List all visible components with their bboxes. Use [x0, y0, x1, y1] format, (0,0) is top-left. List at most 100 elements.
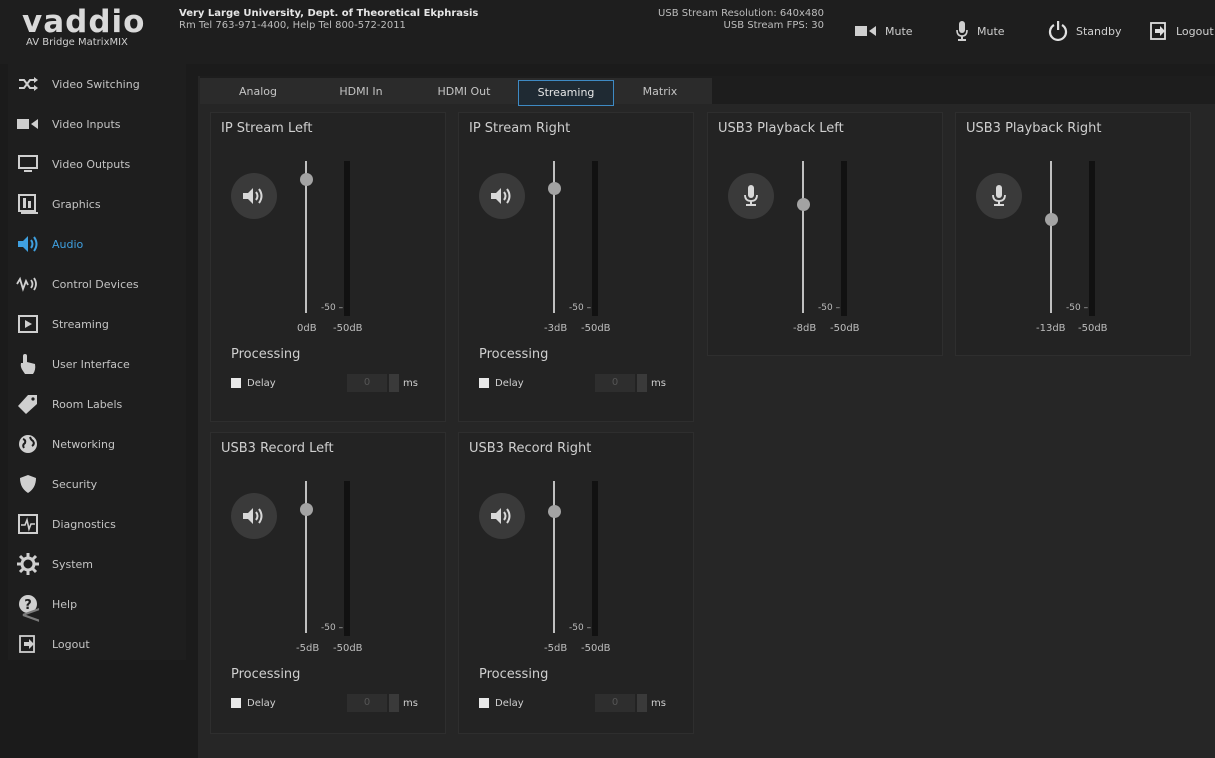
delay-input[interactable]: 0 [595, 694, 635, 712]
sidebar-item-room-labels[interactable]: Room Labels [8, 384, 186, 424]
sidebar-item-control-devices[interactable]: Control Devices [8, 264, 186, 304]
volume-slider-handle[interactable] [1045, 213, 1058, 226]
meter-floor-label: -50dB [581, 323, 611, 334]
sidebar-footer [8, 660, 186, 758]
sidebar-item-video-inputs[interactable]: Video Inputs [8, 104, 186, 144]
channel-title: USB3 Record Left [221, 441, 334, 456]
delay-input[interactable]: 0 [347, 694, 387, 712]
level-meter [592, 481, 598, 636]
delay-unit: ms [651, 377, 666, 389]
tab-hdmi-out[interactable]: HDMI Out [424, 80, 504, 104]
channel-mute-button[interactable] [976, 173, 1022, 219]
meter-floor-label: -50dB [830, 323, 860, 334]
sidebar-collapse-button[interactable]: < [20, 600, 42, 630]
globe-icon [16, 432, 40, 456]
delay-spinner[interactable] [389, 694, 399, 712]
delay-input[interactable]: 0 [347, 374, 387, 392]
volume-slider-handle[interactable] [548, 182, 561, 195]
delay-checkbox[interactable] [479, 698, 489, 708]
channel-mute-button[interactable] [231, 493, 277, 539]
channel-mute-button[interactable] [728, 173, 774, 219]
volume-slider-track[interactable] [1050, 161, 1052, 313]
volume-slider-handle[interactable] [797, 198, 810, 211]
video-mute-button[interactable]: Mute [855, 18, 913, 44]
processing-heading: Processing [479, 667, 549, 682]
usb-stream-fps: USB Stream FPS: 30 [723, 20, 824, 31]
channel-panel: IP Stream Left -50 – 0dB -50dB Processing… [210, 112, 446, 422]
microphone-icon [991, 185, 1007, 207]
product-name: AV Bridge MatrixMIX [26, 37, 128, 48]
meter-scale-label: -50 – [569, 303, 592, 313]
room-name: Very Large University, Dept. of Theoreti… [179, 8, 479, 19]
room-phones: Rm Tel 763-971-4400, Help Tel 800-572-20… [179, 20, 406, 31]
sidebar-item-security[interactable]: Security [8, 464, 186, 504]
volume-slider-handle[interactable] [548, 505, 561, 518]
channel-panel: IP Stream Right -50 – -3dB -50dB Processi… [458, 112, 694, 422]
tab-streaming[interactable]: Streaming [518, 80, 614, 106]
level-meter [344, 161, 350, 316]
delay-row: Delay 0 ms [231, 693, 431, 713]
channel-panel: USB3 Record Left -50 – -5dB -50dB Process… [210, 432, 446, 734]
delay-checkbox[interactable] [231, 378, 241, 388]
tag-icon [16, 392, 40, 416]
delay-label: Delay [247, 377, 276, 389]
sidebar-item-streaming[interactable]: Streaming [8, 304, 186, 344]
shuffle-icon [16, 72, 40, 96]
sidebar-item-networking[interactable]: Networking [8, 424, 186, 464]
meter-scale-label: -50 – [569, 623, 592, 633]
delay-checkbox[interactable] [231, 698, 241, 708]
delay-unit: ms [403, 697, 418, 709]
microphone-icon [956, 21, 968, 41]
volume-slider-handle[interactable] [300, 173, 313, 186]
channel-mute-button[interactable] [479, 173, 525, 219]
volume-slider-handle[interactable] [300, 503, 313, 516]
sidebar-item-video-outputs[interactable]: Video Outputs [8, 144, 186, 184]
meter-scale-label: -50 – [321, 303, 344, 313]
delay-spinner[interactable] [637, 694, 647, 712]
gear-icon [16, 552, 40, 576]
volume-level-readout: -13dB [1036, 323, 1066, 334]
level-meter [1089, 161, 1095, 316]
logout-icon [16, 632, 40, 656]
processing-heading: Processing [479, 347, 549, 362]
delay-spinner[interactable] [389, 374, 399, 392]
speaker-icon [490, 506, 514, 526]
sidebar-item-audio[interactable]: Audio [8, 224, 186, 264]
sidebar-item-logout[interactable]: Logout [8, 624, 186, 664]
volume-level-readout: 0dB [297, 323, 317, 334]
sidebar-nav: Video Switching Video Inputs Video Outpu… [8, 64, 186, 660]
channel-mute-button[interactable] [231, 173, 277, 219]
delay-spinner[interactable] [637, 374, 647, 392]
top-bar: vaddio AV Bridge MatrixMIX Very Large Un… [0, 0, 1215, 64]
vaddio-logo: vaddio AV Bridge MatrixMIX [22, 4, 146, 48]
channel-title: IP Stream Left [221, 121, 313, 136]
monitor-icon [16, 152, 40, 176]
volume-level-readout: -8dB [793, 323, 817, 334]
room-info: Very Large University, Dept. of Theoreti… [179, 8, 478, 32]
sidebar-item-system[interactable]: System [8, 544, 186, 584]
meter-floor-label: -50dB [333, 643, 363, 654]
sidebar-item-diagnostics[interactable]: Diagnostics [8, 504, 186, 544]
sidebar-item-video-switching[interactable]: Video Switching [8, 64, 186, 104]
logout-icon [1150, 22, 1166, 40]
channel-mute-button[interactable] [479, 493, 525, 539]
graphics-icon [16, 192, 40, 216]
channel-panel: USB3 Playback Left -50 – -8dB -50dB [707, 112, 943, 356]
meter-scale-label: -50 – [321, 623, 344, 633]
tab-analog[interactable]: Analog [218, 80, 298, 104]
tab-matrix[interactable]: Matrix [630, 80, 690, 104]
volume-slider-track[interactable] [553, 481, 555, 633]
delay-unit: ms [403, 377, 418, 389]
delay-input[interactable]: 0 [595, 374, 635, 392]
tab-hdmi-in[interactable]: HDMI In [320, 80, 402, 104]
shield-icon [16, 472, 40, 496]
standby-button[interactable]: Standby [1048, 18, 1121, 44]
delay-checkbox[interactable] [479, 378, 489, 388]
sidebar-item-user-interface[interactable]: User Interface [8, 344, 186, 384]
channel-panel: USB3 Record Right -50 – -5dB -50dB Proces… [458, 432, 694, 734]
audio-mute-button[interactable]: Mute [955, 18, 1005, 44]
logout-button[interactable]: Logout [1150, 18, 1214, 44]
video-camera-icon [16, 112, 40, 136]
volume-slider-track[interactable] [802, 161, 804, 313]
sidebar-item-graphics[interactable]: Graphics [8, 184, 186, 224]
